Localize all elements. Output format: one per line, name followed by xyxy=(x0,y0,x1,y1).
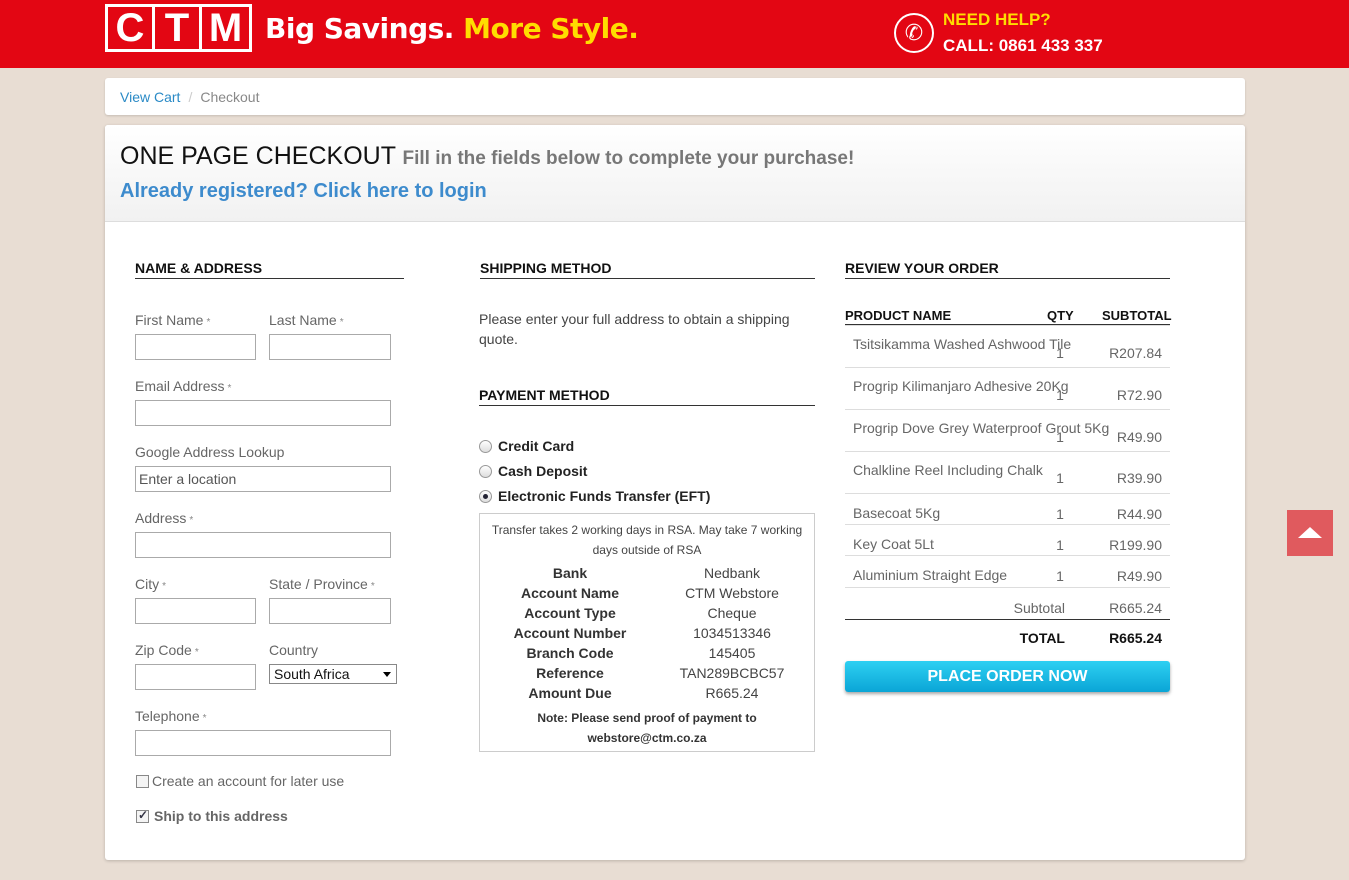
table-row: Progrip Kilimanjaro Adhesive 20Kg 1 R72.… xyxy=(845,367,1170,409)
email-label: Email Address * xyxy=(135,378,232,394)
page-title-text: ONE PAGE CHECKOUT xyxy=(120,142,396,170)
breadcrumb: View Cart / Checkout xyxy=(105,78,1245,115)
total-label: TOTAL xyxy=(1019,630,1065,646)
arrow-up-icon xyxy=(1298,527,1322,538)
create-account-checkbox[interactable] xyxy=(136,775,149,788)
city-input[interactable] xyxy=(135,598,256,624)
table-row: Chalkline Reel Including Chalk 1 R39.90 xyxy=(845,451,1170,493)
address-label: Address * xyxy=(135,510,194,526)
tagline-part-a: Big Savings. xyxy=(265,12,454,45)
chevron-down-icon xyxy=(383,672,391,677)
section-review-order: REVIEW YOUR ORDER xyxy=(845,260,1170,279)
payment-radio-credit-card[interactable] xyxy=(479,440,492,453)
subtotal-value: R665.24 xyxy=(1109,600,1162,616)
subtotal-row: Subtotal R665.24 xyxy=(845,587,1170,619)
tagline: Big Savings. More Style. xyxy=(265,12,639,45)
create-account-label: Create an account for later use xyxy=(152,773,345,789)
section-payment-method: PAYMENT METHOD xyxy=(479,387,815,406)
eft-row: Reference TAN289BCBC57 xyxy=(536,665,785,681)
payment-label-cash-deposit: Cash Deposit xyxy=(498,463,588,479)
eft-row: Account Number 1034513346 xyxy=(513,625,771,641)
place-order-button[interactable]: PLACE ORDER NOW xyxy=(845,661,1170,692)
breadcrumb-separator: / xyxy=(188,89,193,105)
logo-letter: M xyxy=(208,6,243,50)
payment-label-credit-card: Credit Card xyxy=(498,438,575,454)
scroll-to-top-button[interactable] xyxy=(1287,510,1333,556)
last-name-label: Last Name * xyxy=(269,312,344,328)
google-lookup-input[interactable]: Enter a location xyxy=(135,466,391,492)
country-select[interactable]: South Africa xyxy=(269,664,397,684)
zip-input[interactable] xyxy=(135,664,256,690)
table-row: Progrip Dove Grey Waterproof Grout 5Kg 1… xyxy=(845,409,1170,451)
country-select-value: South Africa xyxy=(274,666,350,682)
logo-letter: C xyxy=(108,7,155,49)
zip-label: Zip Code * xyxy=(135,642,199,658)
top-header: C T M Big Savings. More Style. ✆ NEED HE… xyxy=(0,0,1349,68)
login-link[interactable]: Already registered? Click here to login xyxy=(120,180,487,203)
subtotal-label: Subtotal xyxy=(1013,600,1065,616)
col-qty: QTY xyxy=(1047,308,1074,323)
eft-row: Account Name CTM Webstore xyxy=(520,585,779,601)
logo-letter: T xyxy=(155,7,202,49)
need-help-label: NEED HELP? xyxy=(943,10,1051,29)
ctm-logo[interactable]: C T M xyxy=(105,4,252,52)
phone-icon: ✆ xyxy=(894,13,934,53)
payment-label-eft: Electronic Funds Transfer (EFT) xyxy=(498,488,711,504)
eft-intro-text: Transfer takes 2 working days in RSA. Ma… xyxy=(491,523,803,557)
tagline-part-b: More Style. xyxy=(463,12,639,45)
eft-row: Bank Nedbank xyxy=(552,565,761,581)
first-name-label: First Name * xyxy=(135,312,211,328)
table-row: Basecoat 5Kg 1 R44.90 xyxy=(845,493,1170,524)
google-lookup-label: Google Address Lookup xyxy=(135,444,285,460)
payment-radio-eft[interactable] xyxy=(479,490,492,503)
checkout-header: ONE PAGE CHECKOUT Fill in the fields bel… xyxy=(105,125,1245,222)
checkout-card: ONE PAGE CHECKOUT Fill in the fields bel… xyxy=(105,125,1245,860)
telephone-label: Telephone * xyxy=(135,708,207,724)
col-subtotal: SUBTOTAL xyxy=(1102,308,1172,323)
page-title: ONE PAGE CHECKOUT Fill in the fields bel… xyxy=(120,142,854,171)
state-label: State / Province * xyxy=(269,576,375,592)
page-subtitle: Fill in the fields below to complete you… xyxy=(402,148,855,169)
city-label: City * xyxy=(135,576,167,592)
breadcrumb-current: Checkout xyxy=(200,89,260,105)
last-name-input[interactable] xyxy=(269,334,391,360)
table-row: Aluminium Straight Edge 1 R49.90 xyxy=(845,555,1170,587)
eft-row: Account Type Cheque xyxy=(524,605,757,621)
table-row: Tsitsikamma Washed Ashwood Tile 1 R207.8… xyxy=(845,325,1170,367)
section-shipping-method: SHIPPING METHOD xyxy=(480,260,815,279)
col-product-name: PRODUCT NAME xyxy=(845,308,952,323)
section-name-address: NAME & ADDRESS xyxy=(135,260,404,279)
ship-to-address-label: Ship to this address xyxy=(154,808,288,824)
payment-radio-cash-deposit[interactable] xyxy=(479,465,492,478)
state-input[interactable] xyxy=(269,598,391,624)
ship-to-address-checkbox[interactable] xyxy=(136,808,149,823)
eft-row: Branch Code 145405 xyxy=(526,645,756,661)
shipping-quote-text: Please enter your full address to obtain… xyxy=(479,311,790,347)
total-row: TOTAL R665.24 xyxy=(845,620,1170,650)
country-label: Country xyxy=(269,642,319,658)
email-input[interactable] xyxy=(135,400,391,426)
breadcrumb-view-cart[interactable]: View Cart xyxy=(120,89,180,105)
total-value: R665.24 xyxy=(1109,630,1162,646)
table-row: Key Coat 5Lt 1 R199.90 xyxy=(845,524,1170,555)
address-input[interactable] xyxy=(135,532,391,558)
telephone-input[interactable] xyxy=(135,730,391,756)
eft-details-box: Transfer takes 2 working days in RSA. Ma… xyxy=(479,513,815,752)
first-name-input[interactable] xyxy=(135,334,256,360)
eft-row: Amount Due R665.24 xyxy=(528,685,759,701)
call-number: CALL: 0861 433 337 xyxy=(943,36,1103,55)
eft-note: Note: Please send proof of payment to we… xyxy=(537,711,757,745)
